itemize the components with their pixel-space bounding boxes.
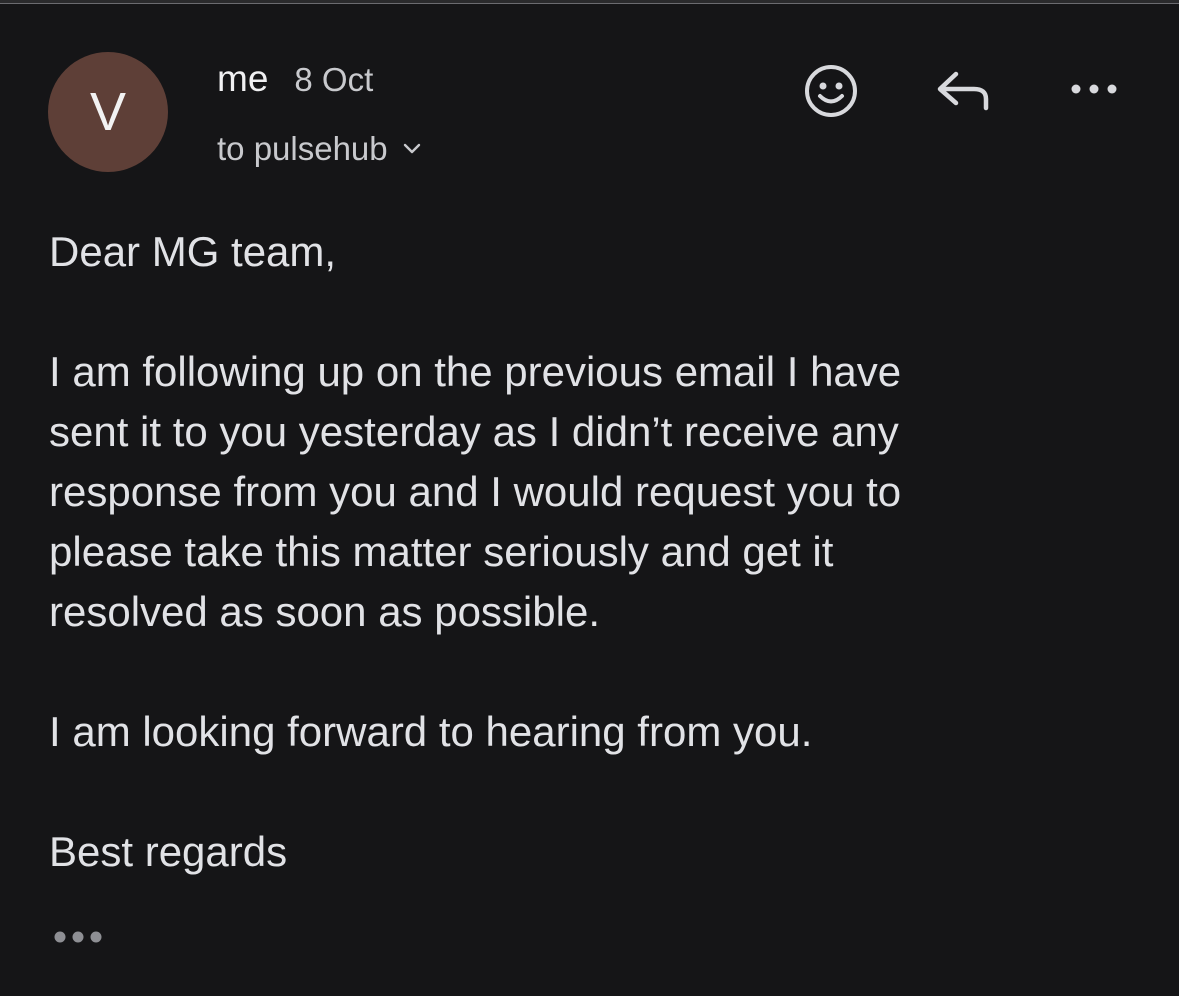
reply-arrow-icon (937, 71, 989, 111)
more-horizontal-icon (1071, 84, 1117, 94)
top-divider (0, 0, 1179, 4)
message-body: Dear MG team, I am following up on the p… (49, 222, 1129, 882)
body-line-4: please take this matter seriously and ge… (49, 528, 834, 575)
body-line-5: resolved as soon as possible. (49, 588, 600, 635)
signoff: Best regards (49, 828, 288, 875)
sender-line: me 8 Oct (217, 58, 373, 102)
body-line-1: I am following up on the previous email … (49, 348, 902, 395)
sender-name[interactable]: me (217, 58, 268, 100)
recipient-label: to pulsehub (217, 130, 388, 167)
ellipsis-icon (54, 931, 102, 943)
closing-paragraph: I am looking forward to hearing from you… (49, 708, 813, 755)
body-line-2: sent it to you yesterday as I didn’t rec… (49, 408, 899, 455)
more-options-button[interactable] (1066, 70, 1122, 108)
avatar[interactable]: V (48, 52, 168, 172)
smiley-face-icon (805, 65, 857, 117)
avatar-letter: V (89, 82, 127, 142)
chevron-down-icon (403, 143, 420, 154)
add-reaction-button[interactable] (800, 60, 862, 122)
reply-button[interactable] (930, 63, 996, 119)
greeting: Dear MG team, (49, 228, 337, 275)
message-date: 8 Oct (294, 61, 374, 98)
show-trimmed-content-button[interactable] (53, 926, 105, 948)
recipient-details-toggle[interactable]: to pulsehub (217, 128, 422, 170)
body-line-3: response from you and I would request yo… (49, 468, 902, 515)
